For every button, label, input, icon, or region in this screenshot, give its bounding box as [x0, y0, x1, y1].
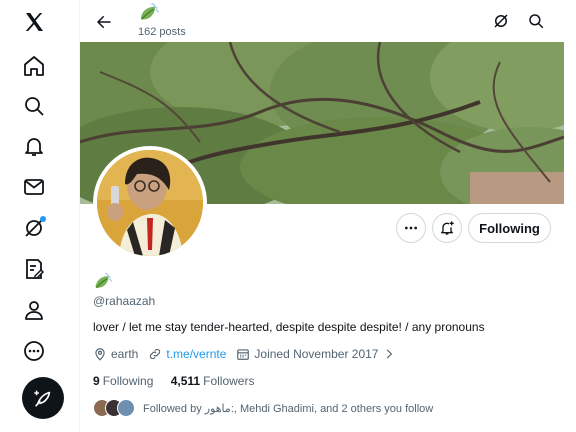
following-count: 9 — [93, 374, 100, 388]
location-pin-icon — [95, 348, 105, 361]
profile-bio: lover / let me stay tender-hearted, desp… — [93, 320, 485, 334]
grok-icon[interactable] — [14, 208, 54, 248]
messages-envelope-icon[interactable] — [14, 167, 54, 207]
lists-icon[interactable] — [14, 249, 54, 289]
profile-meta: earth t.me/vernte Joined November 2017 — [93, 346, 406, 362]
following-count-link[interactable]: 9 Following — [93, 374, 153, 388]
profile-handle: @rahaazah — [93, 294, 156, 308]
followed-by-row[interactable]: Followed by ماهور:, Mehdi Ghadimi, and 2… — [93, 398, 433, 418]
joined-date: Joined November 2017 — [254, 347, 379, 361]
chevron-right-icon — [387, 349, 393, 359]
home-icon[interactable] — [14, 46, 54, 86]
notification-dot — [40, 216, 46, 222]
x-logo-icon[interactable] — [14, 2, 54, 42]
more-circle-icon[interactable] — [14, 331, 54, 371]
profile-header: 162 posts — [80, 0, 564, 42]
leaf-wind-emoji-icon — [95, 273, 112, 289]
feather-plus-icon — [34, 390, 51, 407]
avatar-photo-image — [97, 150, 203, 256]
following-label: Following — [102, 374, 154, 388]
profile-avatar[interactable] — [93, 146, 207, 260]
more-dots-icon — [405, 226, 417, 230]
joined-item[interactable]: Joined November 2017 — [236, 347, 396, 361]
calendar-icon — [237, 349, 250, 360]
post-button[interactable] — [22, 377, 64, 419]
followed-by-text: Followed by ماهور:, Mehdi Ghadimi, and 2… — [143, 402, 434, 415]
leaf-wind-emoji-icon — [140, 3, 159, 20]
profile-person-icon[interactable] — [14, 290, 54, 330]
followers-count-link[interactable]: 4,511 Followers — [171, 374, 255, 388]
left-nav — [0, 0, 70, 432]
more-options-button[interactable] — [396, 213, 426, 243]
follow-counts: 9 Following 4,511 Followers — [93, 374, 268, 388]
following-button[interactable]: Following — [468, 213, 551, 243]
notifications-bell-icon[interactable] — [14, 126, 54, 166]
back-arrow-icon[interactable] — [88, 6, 120, 38]
notify-subscribe-button[interactable] — [432, 213, 462, 243]
followers-count: 4,511 — [170, 374, 201, 388]
website-link[interactable]: t.me/vernte — [166, 347, 226, 361]
bell-plus-icon — [441, 221, 454, 235]
posts-count: 162 posts — [138, 26, 186, 38]
website-item: t.me/vernte — [148, 347, 226, 361]
search-icon[interactable] — [523, 8, 549, 34]
link-chain-icon — [150, 348, 161, 360]
grok-icon[interactable] — [488, 8, 514, 34]
explore-search-icon[interactable] — [14, 86, 54, 126]
followers-label: Followers — [203, 374, 255, 388]
avatar — [117, 399, 135, 417]
location-text: earth — [111, 347, 139, 361]
location-item: earth — [93, 347, 138, 361]
